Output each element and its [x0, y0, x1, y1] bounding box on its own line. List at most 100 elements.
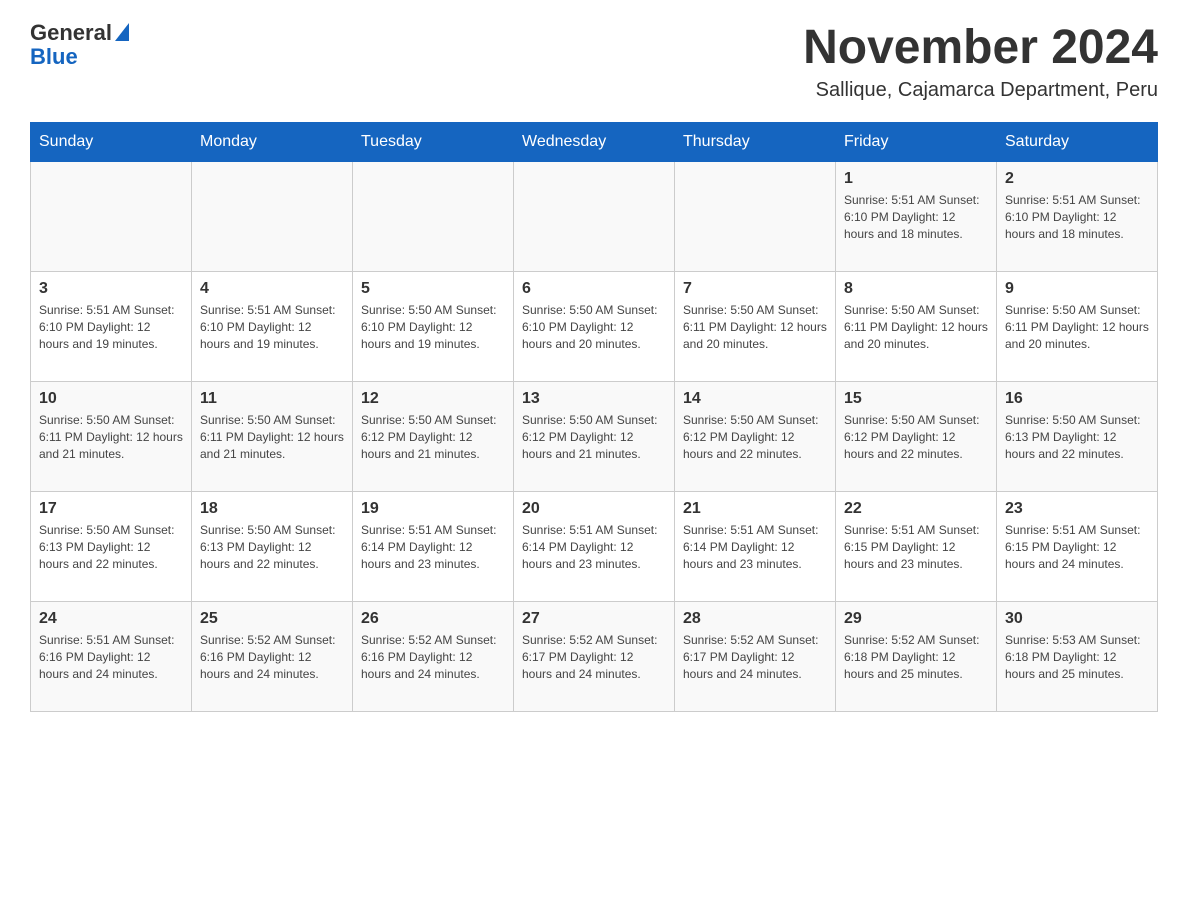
day-number: 15 — [844, 390, 988, 408]
calendar-cell: 29 Sunrise: 5:52 AM Sunset: 6:18 PM Dayli… — [836, 602, 997, 712]
calendar-cell: 30Sunrise: 5:53 AM Sunset: 6:18 PM Dayli… — [997, 602, 1158, 712]
calendar-header-row: SundayMondayTuesdayWednesdayThursdayFrid… — [31, 123, 1158, 162]
calendar-cell — [31, 162, 192, 272]
calendar-cell: 10 Sunrise: 5:50 AM Sunset: 6:11 PM Dayli… — [31, 382, 192, 492]
calendar-cell — [675, 162, 836, 272]
day-info: Sunrise: 5:51 AM Sunset: 6:14 PM Dayligh… — [361, 522, 505, 572]
calendar-cell: 26 Sunrise: 5:52 AM Sunset: 6:16 PM Dayli… — [353, 602, 514, 712]
day-info: Sunrise: 5:50 AM Sunset: 6:12 PM Dayligh… — [683, 412, 827, 462]
day-info: Sunrise: 5:50 AM Sunset: 6:12 PM Dayligh… — [522, 412, 666, 462]
calendar-cell — [353, 162, 514, 272]
calendar-week-row: 3 Sunrise: 5:51 AM Sunset: 6:10 PM Daylig… — [31, 272, 1158, 382]
day-number: 13 — [522, 390, 666, 408]
day-number: 23 — [1005, 500, 1149, 518]
calendar-cell: 14 Sunrise: 5:50 AM Sunset: 6:12 PM Dayli… — [675, 382, 836, 492]
location-subtitle: Sallique, Cajamarca Department, Peru — [803, 79, 1158, 102]
day-info: Sunrise: 5:51 AM Sunset: 6:16 PM Dayligh… — [39, 632, 183, 682]
day-header-thursday: Thursday — [675, 123, 836, 162]
logo-blue-text: Blue — [30, 44, 78, 70]
day-number: 14 — [683, 390, 827, 408]
logo-general-text: General — [30, 20, 112, 46]
calendar-cell: 25 Sunrise: 5:52 AM Sunset: 6:16 PM Dayli… — [192, 602, 353, 712]
day-number: 22 — [844, 500, 988, 518]
calendar-cell: 16Sunrise: 5:50 AM Sunset: 6:13 PM Dayli… — [997, 382, 1158, 492]
day-info: Sunrise: 5:52 AM Sunset: 6:16 PM Dayligh… — [361, 632, 505, 682]
day-info: Sunrise: 5:52 AM Sunset: 6:18 PM Dayligh… — [844, 632, 988, 682]
day-info: Sunrise: 5:51 AM Sunset: 6:14 PM Dayligh… — [522, 522, 666, 572]
day-header-saturday: Saturday — [997, 123, 1158, 162]
day-number: 3 — [39, 280, 183, 298]
day-info: Sunrise: 5:51 AM Sunset: 6:15 PM Dayligh… — [844, 522, 988, 572]
day-header-friday: Friday — [836, 123, 997, 162]
calendar-week-row: 24 Sunrise: 5:51 AM Sunset: 6:16 PM Dayli… — [31, 602, 1158, 712]
calendar-cell: 19Sunrise: 5:51 AM Sunset: 6:14 PM Dayli… — [353, 492, 514, 602]
calendar-cell: 21Sunrise: 5:51 AM Sunset: 6:14 PM Dayli… — [675, 492, 836, 602]
title-area: November 2024 Sallique, Cajamarca Depart… — [803, 20, 1158, 102]
calendar-week-row: 1 Sunrise: 5:51 AM Sunset: 6:10 PM Daylig… — [31, 162, 1158, 272]
day-number: 2 — [1005, 170, 1149, 188]
calendar-cell: 12 Sunrise: 5:50 AM Sunset: 6:12 PM Dayli… — [353, 382, 514, 492]
day-info: Sunrise: 5:50 AM Sunset: 6:12 PM Dayligh… — [361, 412, 505, 462]
calendar-cell: 2 Sunrise: 5:51 AM Sunset: 6:10 PM Daylig… — [997, 162, 1158, 272]
calendar-cell: 8 Sunrise: 5:50 AM Sunset: 6:11 PM Daylig… — [836, 272, 997, 382]
logo: General Blue — [30, 20, 129, 70]
day-header-tuesday: Tuesday — [353, 123, 514, 162]
calendar-cell — [192, 162, 353, 272]
calendar-cell: 18 Sunrise: 5:50 AM Sunset: 6:13 PM Dayli… — [192, 492, 353, 602]
day-info: Sunrise: 5:53 AM Sunset: 6:18 PM Dayligh… — [1005, 632, 1149, 682]
day-number: 4 — [200, 280, 344, 298]
calendar-cell: 22 Sunrise: 5:51 AM Sunset: 6:15 PM Dayli… — [836, 492, 997, 602]
calendar-cell: 4 Sunrise: 5:51 AM Sunset: 6:10 PM Daylig… — [192, 272, 353, 382]
day-info: Sunrise: 5:51 AM Sunset: 6:10 PM Dayligh… — [200, 302, 344, 352]
day-info: Sunrise: 5:50 AM Sunset: 6:11 PM Dayligh… — [844, 302, 988, 352]
day-info: Sunrise: 5:50 AM Sunset: 6:10 PM Dayligh… — [361, 302, 505, 352]
month-title: November 2024 — [803, 20, 1158, 75]
day-number: 9 — [1005, 280, 1149, 298]
calendar-cell: 7 Sunrise: 5:50 AM Sunset: 6:11 PM Daylig… — [675, 272, 836, 382]
day-number: 18 — [200, 500, 344, 518]
calendar-cell: 13 Sunrise: 5:50 AM Sunset: 6:12 PM Dayli… — [514, 382, 675, 492]
day-info: Sunrise: 5:52 AM Sunset: 6:17 PM Dayligh… — [522, 632, 666, 682]
day-header-wednesday: Wednesday — [514, 123, 675, 162]
day-number: 29 — [844, 610, 988, 628]
calendar-cell: 6 Sunrise: 5:50 AM Sunset: 6:10 PM Daylig… — [514, 272, 675, 382]
calendar-cell: 24 Sunrise: 5:51 AM Sunset: 6:16 PM Dayli… — [31, 602, 192, 712]
calendar-cell — [514, 162, 675, 272]
day-number: 1 — [844, 170, 988, 188]
day-number: 24 — [39, 610, 183, 628]
day-info: Sunrise: 5:52 AM Sunset: 6:17 PM Dayligh… — [683, 632, 827, 682]
day-info: Sunrise: 5:50 AM Sunset: 6:11 PM Dayligh… — [683, 302, 827, 352]
day-info: Sunrise: 5:50 AM Sunset: 6:10 PM Dayligh… — [522, 302, 666, 352]
day-info: Sunrise: 5:51 AM Sunset: 6:10 PM Dayligh… — [1005, 192, 1149, 242]
day-info: Sunrise: 5:50 AM Sunset: 6:11 PM Dayligh… — [200, 412, 344, 462]
page-header: General Blue November 2024 Sallique, Caj… — [30, 20, 1158, 102]
calendar-cell: 1 Sunrise: 5:51 AM Sunset: 6:10 PM Daylig… — [836, 162, 997, 272]
day-number: 10 — [39, 390, 183, 408]
day-info: Sunrise: 5:52 AM Sunset: 6:16 PM Dayligh… — [200, 632, 344, 682]
day-info: Sunrise: 5:51 AM Sunset: 6:10 PM Dayligh… — [844, 192, 988, 242]
calendar-cell: 23 Sunrise: 5:51 AM Sunset: 6:15 PM Dayli… — [997, 492, 1158, 602]
day-info: Sunrise: 5:50 AM Sunset: 6:13 PM Dayligh… — [200, 522, 344, 572]
day-number: 26 — [361, 610, 505, 628]
calendar-cell: 3Sunrise: 5:51 AM Sunset: 6:10 PM Daylig… — [31, 272, 192, 382]
day-header-monday: Monday — [192, 123, 353, 162]
day-number: 17 — [39, 500, 183, 518]
calendar-cell: 9Sunrise: 5:50 AM Sunset: 6:11 PM Daylig… — [997, 272, 1158, 382]
day-number: 6 — [522, 280, 666, 298]
logo-triangle-icon — [115, 23, 129, 41]
calendar-table: SundayMondayTuesdayWednesdayThursdayFrid… — [30, 122, 1158, 712]
day-info: Sunrise: 5:50 AM Sunset: 6:11 PM Dayligh… — [39, 412, 183, 462]
calendar-cell: 17 Sunrise: 5:50 AM Sunset: 6:13 PM Dayli… — [31, 492, 192, 602]
calendar-week-row: 17 Sunrise: 5:50 AM Sunset: 6:13 PM Dayli… — [31, 492, 1158, 602]
day-info: Sunrise: 5:50 AM Sunset: 6:13 PM Dayligh… — [39, 522, 183, 572]
day-info: Sunrise: 5:50 AM Sunset: 6:13 PM Dayligh… — [1005, 412, 1149, 462]
day-number: 8 — [844, 280, 988, 298]
day-number: 7 — [683, 280, 827, 298]
day-info: Sunrise: 5:51 AM Sunset: 6:14 PM Dayligh… — [683, 522, 827, 572]
day-number: 25 — [200, 610, 344, 628]
day-info: Sunrise: 5:51 AM Sunset: 6:15 PM Dayligh… — [1005, 522, 1149, 572]
day-number: 27 — [522, 610, 666, 628]
day-number: 20 — [522, 500, 666, 518]
calendar-cell: 20 Sunrise: 5:51 AM Sunset: 6:14 PM Dayli… — [514, 492, 675, 602]
day-number: 12 — [361, 390, 505, 408]
